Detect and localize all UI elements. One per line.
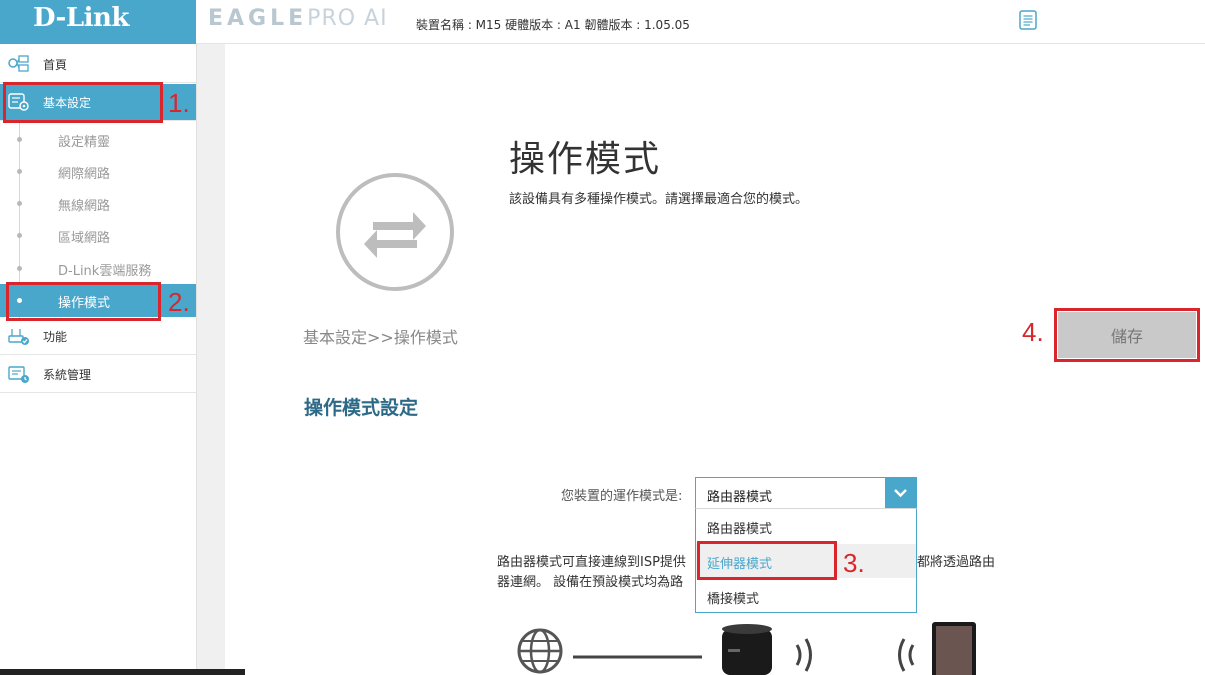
wifi-waves-icon — [898, 638, 915, 672]
description-line-2: 器連網。 設備在預設模式均為路 — [497, 575, 684, 590]
dropdown-toggle[interactable] — [885, 478, 916, 508]
mode-label: 您裝置的運作模式是: — [561, 489, 683, 504]
tree-dot — [17, 266, 22, 271]
description-line-1a: 路由器模式可直接連線到ISP提供 — [497, 555, 686, 570]
taskbar-strip — [0, 669, 245, 675]
tree-dot — [17, 169, 22, 174]
globe-icon — [517, 628, 563, 674]
annotation-number-4: 4. — [1022, 317, 1044, 347]
home-network-icon — [8, 55, 29, 72]
swap-arrows-icon — [364, 212, 426, 258]
option-label: 路由器模式 — [707, 522, 773, 537]
tree-dot — [17, 201, 22, 206]
mobile-device-icon — [932, 622, 976, 675]
sidebar-subitem-wireless[interactable]: 無線網路 — [0, 187, 196, 220]
wifi-waves-icon — [795, 638, 812, 672]
annotation-box-2 — [6, 282, 161, 321]
sidebar-subitem-dlink-cloud[interactable]: D-Link雲端服務 — [0, 252, 196, 285]
router-device-icon — [722, 624, 772, 675]
tree-dot — [17, 137, 22, 142]
sidebar-subitem-label: D-Link雲端服務 — [58, 264, 152, 279]
logo: D-Link — [0, 0, 196, 44]
sidebar: 首頁 基本設定 設定精靈 網際網路 無線網路 區域網路 D-Link雲端服務 操… — [0, 44, 197, 675]
sidebar-subitem-label: 網際網路 — [58, 167, 111, 182]
sidebar-item-home[interactable]: 首頁 — [0, 46, 196, 83]
page-description: 該設備具有多種操作模式。請選擇最適合您的模式。 — [509, 192, 809, 207]
sidebar-item-label: 首頁 — [43, 57, 68, 72]
document-icon[interactable] — [1019, 10, 1037, 30]
main-gutter — [197, 44, 225, 675]
sidebar-subitem-label: 無線網路 — [58, 199, 111, 214]
logo-text: D-Link — [33, 3, 129, 33]
product-name-bold: EAGLE — [208, 6, 308, 31]
option-label: 橋接模式 — [707, 592, 760, 607]
operation-mode-icon — [336, 173, 454, 291]
breadcrumb: 基本設定>>操作模式 — [303, 328, 458, 347]
annotation-number-3: 3. — [843, 548, 865, 578]
annotation-number-1: 1. — [168, 88, 190, 118]
annotation-box-3 — [697, 541, 837, 580]
annotation-box-4 — [1054, 308, 1200, 362]
sidebar-subitem-label: 設定精靈 — [58, 135, 111, 150]
sidebar-subitem-setup-wizard[interactable]: 設定精靈 — [0, 123, 196, 156]
top-bar: D-Link EAGLEPRO AI 裝置名稱 : M15 硬體版本 : A1 … — [0, 0, 1205, 44]
section-title: 操作模式設定 — [304, 397, 419, 419]
sidebar-item-label: 系統管理 — [43, 367, 92, 382]
sidebar-subitem-label: 區域網路 — [58, 231, 111, 246]
annotation-number-2: 2. — [168, 287, 190, 317]
annotation-box-1 — [3, 82, 163, 123]
sidebar-subitem-lan[interactable]: 區域網路 — [0, 219, 196, 252]
mode-option-router[interactable]: 路由器模式 — [696, 509, 916, 543]
device-info: 裝置名稱 : M15 硬體版本 : A1 韌體版本 : 1.05.05 — [416, 18, 690, 32]
selected-mode: 路由器模式 — [707, 490, 773, 505]
sidebar-subitem-internet[interactable]: 網際網路 — [0, 155, 196, 188]
product-name-light: PRO AI — [307, 6, 388, 31]
tree-dot — [17, 233, 22, 238]
product-name: EAGLEPRO AI — [208, 6, 388, 31]
router-check-icon — [8, 329, 29, 345]
router-mode-diagram — [517, 622, 976, 675]
app-window: D-Link EAGLEPRO AI 裝置名稱 : M15 硬體版本 : A1 … — [0, 0, 1205, 675]
sidebar-item-label: 功能 — [43, 329, 68, 344]
sidebar-item-system-management[interactable]: 系統管理 — [0, 356, 196, 393]
chevron-down-icon — [894, 489, 907, 498]
operation-mode-select[interactable]: 路由器模式 — [695, 477, 917, 509]
sidebar-item-features[interactable]: 功能 — [0, 318, 196, 355]
mode-option-bridge[interactable]: 橋接模式 — [696, 579, 916, 613]
description-line-1b: 都將透過路由 — [917, 555, 996, 570]
page-title: 操作模式 — [509, 139, 662, 180]
system-clock-icon — [8, 366, 29, 383]
